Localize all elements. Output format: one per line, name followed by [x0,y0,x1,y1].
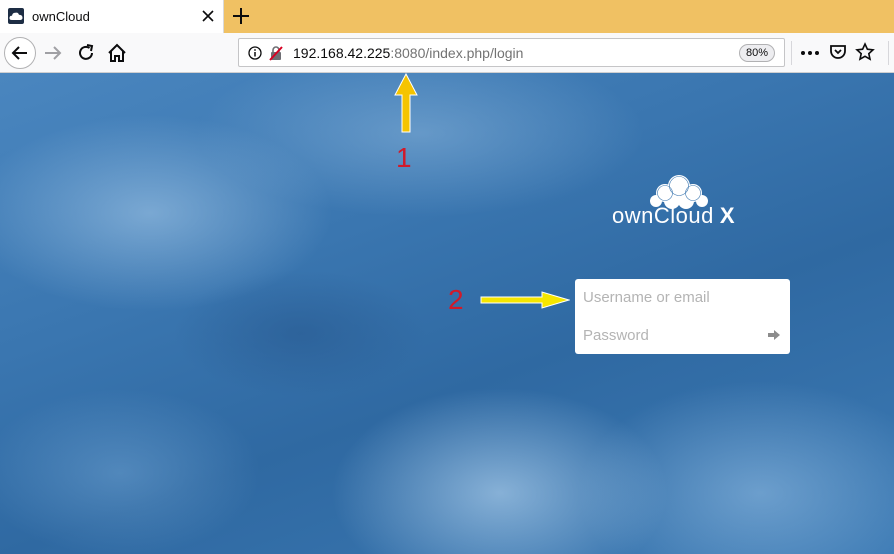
password-input[interactable] [575,317,790,354]
right-arrow-icon [480,291,570,309]
up-arrow-icon [394,73,418,133]
toolbar-divider [791,41,792,65]
username-input[interactable] [575,279,790,316]
back-arrow-icon[interactable] [4,37,36,69]
pocket-icon[interactable] [828,42,848,62]
url-path: :8080/index.php/login [390,45,524,61]
tab-strip: ownCloud [0,0,894,33]
url-host: 192.168.42.225 [293,45,391,61]
login-form [575,279,790,354]
info-icon[interactable] [248,46,262,60]
more-icon[interactable] [798,45,822,61]
close-icon[interactable] [198,6,218,26]
owncloud-favicon-icon [8,8,24,24]
insecure-lock-icon[interactable] [268,45,284,61]
url-text[interactable]: 192.168.42.225:8080/index.php/login [293,45,523,61]
plus-icon[interactable] [229,4,253,28]
star-icon[interactable] [855,42,875,62]
toolbar-divider [888,41,889,65]
zoom-badge[interactable]: 80% [739,44,775,62]
nav-bar: 192.168.42.225:8080/index.php/login 80% [0,33,894,73]
login-page: ownCloudX 1 2 [0,73,894,554]
logo-x-mark: X [719,203,736,228]
owncloud-logo: ownCloud X [612,173,757,233]
browser-tab[interactable]: ownCloud [0,0,224,33]
annotation-label-2: 2 [448,284,464,315]
submit-arrow-icon[interactable] [767,328,781,342]
home-icon[interactable] [106,42,128,64]
tab-title: ownCloud [32,9,90,24]
url-bar[interactable]: 192.168.42.225:8080/index.php/login 80% [238,38,785,67]
annotation-label-1: 1 [396,142,412,173]
logo-text: ownCloud X [612,203,735,229]
forward-arrow-icon[interactable] [42,42,64,64]
reload-icon[interactable] [75,42,97,64]
logo-wordmark: ownCloud [612,203,714,228]
